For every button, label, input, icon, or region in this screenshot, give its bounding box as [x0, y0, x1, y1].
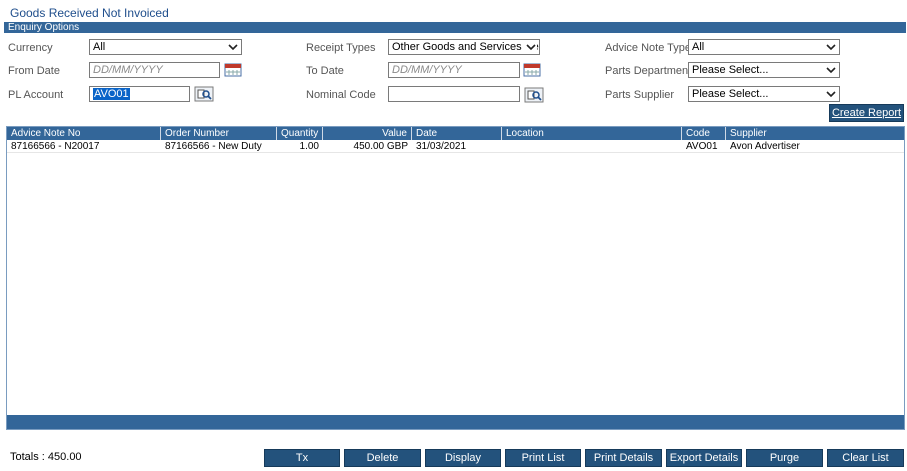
receipt-types-select[interactable]: Other Goods and Services Receip — [388, 39, 540, 55]
cell-code: AVO01 — [686, 141, 718, 152]
parts-supplier-select[interactable]: Please Select... — [688, 86, 840, 102]
column-header-date[interactable]: Date — [412, 127, 502, 140]
from-date-label: From Date — [8, 65, 60, 77]
display-contents-button[interactable]: Display Contents — [425, 449, 501, 471]
advice-note-types-select[interactable]: All — [688, 39, 840, 55]
column-header-quantity[interactable]: Quantity — [277, 127, 323, 140]
chevron-down-icon — [227, 40, 239, 54]
advice-note-types-label: Advice Note Types — [605, 42, 697, 54]
purge-button[interactable]: Purge — [746, 449, 823, 467]
to-date-placeholder: DD/MM/YYYY — [392, 64, 462, 76]
table-row[interactable]: 87166566 - N20017 87166566 - New Duty 1.… — [7, 140, 904, 153]
chevron-down-icon — [525, 40, 537, 54]
enquiry-options-header: Enquiry Options — [4, 22, 906, 33]
create-report-button[interactable]: Create Report — [829, 104, 904, 122]
calendar-icon[interactable] — [223, 62, 243, 78]
parts-department-value: Please Select... — [692, 64, 769, 76]
cell-supplier: Avon Advertiser — [730, 141, 800, 152]
lookup-icon[interactable] — [524, 87, 544, 103]
advice-note-types-value: All — [692, 41, 705, 53]
print-details-button[interactable]: Print Details — [585, 449, 662, 467]
cell-date: 31/03/2021 — [416, 141, 467, 152]
pl-account-value: AVO01 — [93, 88, 130, 100]
chevron-down-icon — [825, 40, 837, 54]
grid-footer — [7, 415, 904, 429]
results-grid: Advice Note No Order Number Quantity Val… — [6, 126, 905, 430]
parts-supplier-value: Please Select... — [692, 88, 769, 100]
chevron-down-icon — [825, 87, 837, 101]
calendar-icon[interactable] — [522, 62, 542, 78]
cell-quantity: 1.00 — [299, 141, 319, 152]
tx-button[interactable]: Tx — [264, 449, 340, 467]
column-header-supplier[interactable]: Supplier — [726, 127, 904, 140]
cell-value: 450.00 GBP — [353, 141, 408, 152]
cell-order-number: 87166566 - New Duty — [165, 141, 262, 152]
cell-advice-note-no: 87166566 - N20017 — [11, 141, 100, 152]
chevron-down-icon — [825, 63, 837, 77]
parts-supplier-label: Parts Supplier — [605, 89, 675, 101]
from-date-placeholder: DD/MM/YYYY — [93, 64, 163, 76]
lookup-icon[interactable] — [194, 86, 214, 102]
page-title: Goods Received Not Invoiced — [10, 6, 169, 20]
clear-list-button[interactable]: Clear List — [827, 449, 904, 467]
parts-department-label: Parts Department — [605, 65, 692, 77]
column-header-value[interactable]: Value — [323, 127, 412, 140]
to-date-label: To Date — [306, 65, 344, 77]
currency-select[interactable]: All — [89, 39, 242, 55]
column-header-code[interactable]: Code — [682, 127, 726, 140]
grid-header: Advice Note No Order Number Quantity Val… — [7, 127, 904, 140]
from-date-field[interactable]: DD/MM/YYYY — [89, 62, 220, 78]
column-header-advice-note-no[interactable]: Advice Note No — [7, 127, 161, 140]
parts-department-select[interactable]: Please Select... — [688, 62, 840, 78]
to-date-field[interactable]: DD/MM/YYYY — [388, 62, 520, 78]
receipt-types-label: Receipt Types — [306, 42, 376, 54]
pl-account-label: PL Account — [8, 89, 64, 101]
currency-label: Currency — [8, 42, 53, 54]
receipt-types-value: Other Goods and Services Receip — [392, 41, 539, 53]
nominal-code-label: Nominal Code — [306, 89, 376, 101]
column-header-order-number[interactable]: Order Number — [161, 127, 277, 140]
delete-button[interactable]: Delete — [344, 449, 421, 467]
export-details-button[interactable]: Export Details — [666, 449, 742, 467]
pl-account-field[interactable]: AVO01 — [89, 86, 190, 102]
column-header-location[interactable]: Location — [502, 127, 682, 140]
totals-label: Totals : 450.00 — [10, 451, 82, 463]
print-list-button[interactable]: Print List — [505, 449, 581, 467]
currency-value: All — [93, 41, 106, 53]
nominal-code-field[interactable] — [388, 86, 520, 102]
cell-location — [502, 140, 682, 153]
